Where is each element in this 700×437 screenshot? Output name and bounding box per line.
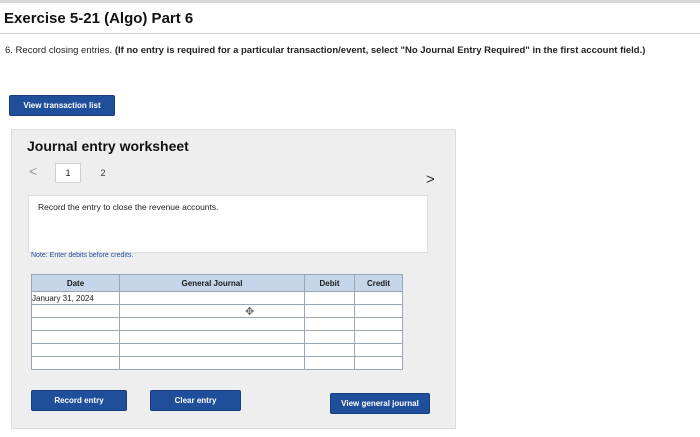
column-header-date: Date — [31, 274, 120, 292]
table-row — [31, 330, 403, 344]
journal-table: Date General Journal Debit Credit Januar… — [31, 274, 403, 370]
date-cell: January 31, 2024 — [31, 291, 120, 305]
date-cell — [31, 343, 120, 357]
table-row — [31, 304, 403, 318]
date-cell — [31, 356, 120, 370]
credit-input[interactable] — [354, 343, 403, 357]
note-text: Note: Enter debits before credits. — [31, 252, 134, 259]
credit-input[interactable] — [354, 304, 403, 318]
top-rule — [0, 0, 700, 3]
table-row — [31, 317, 403, 331]
title-divider — [0, 33, 700, 34]
prev-chevron-icon[interactable]: < — [29, 163, 37, 179]
column-header-general-journal: General Journal — [119, 274, 305, 292]
debit-input[interactable] — [304, 343, 355, 357]
debit-input[interactable] — [304, 330, 355, 344]
table-row — [31, 343, 403, 357]
question-instruction: (If no entry is required for a particula… — [114, 45, 646, 56]
column-header-debit: Debit — [304, 274, 355, 292]
credit-input[interactable] — [354, 317, 403, 331]
debit-input[interactable] — [304, 356, 355, 370]
worksheet-page-1-tab[interactable]: 1 — [55, 163, 81, 183]
date-cell — [31, 304, 120, 318]
account-select[interactable] — [119, 317, 305, 331]
credit-input[interactable] — [354, 330, 403, 344]
account-select[interactable] — [119, 356, 305, 370]
question-text: 6. Record closing entries. (If no entry … — [5, 45, 685, 57]
view-general-journal-button[interactable]: View general journal — [330, 393, 430, 414]
question-prefix: 6. Record closing entries. — [5, 45, 115, 56]
column-header-credit: Credit — [354, 274, 403, 292]
date-cell — [31, 317, 120, 331]
account-select[interactable] — [119, 291, 305, 305]
table-row — [31, 356, 403, 370]
worksheet-title: Journal entry worksheet — [27, 138, 189, 154]
clear-entry-button[interactable]: Clear entry — [150, 390, 241, 411]
debit-input[interactable] — [304, 317, 355, 331]
instruction-text: Record the entry to close the revenue ac… — [38, 202, 219, 212]
record-entry-button[interactable]: Record entry — [31, 390, 127, 411]
credit-input[interactable] — [354, 291, 403, 305]
move-cursor-icon: ✥ — [245, 306, 255, 318]
account-select[interactable] — [119, 330, 305, 344]
page-title: Exercise 5-21 (Algo) Part 6 — [4, 10, 194, 27]
date-cell — [31, 330, 120, 344]
account-select[interactable] — [119, 343, 305, 357]
debit-input[interactable] — [304, 291, 355, 305]
debit-input[interactable] — [304, 304, 355, 318]
worksheet-page-2-tab[interactable]: 2 — [90, 163, 116, 183]
view-transaction-list-button[interactable]: View transaction list — [9, 95, 115, 116]
table-row: January 31, 2024 — [31, 291, 403, 305]
credit-input[interactable] — [354, 356, 403, 370]
account-select[interactable] — [119, 304, 305, 318]
next-chevron-icon[interactable]: > — [426, 171, 435, 188]
